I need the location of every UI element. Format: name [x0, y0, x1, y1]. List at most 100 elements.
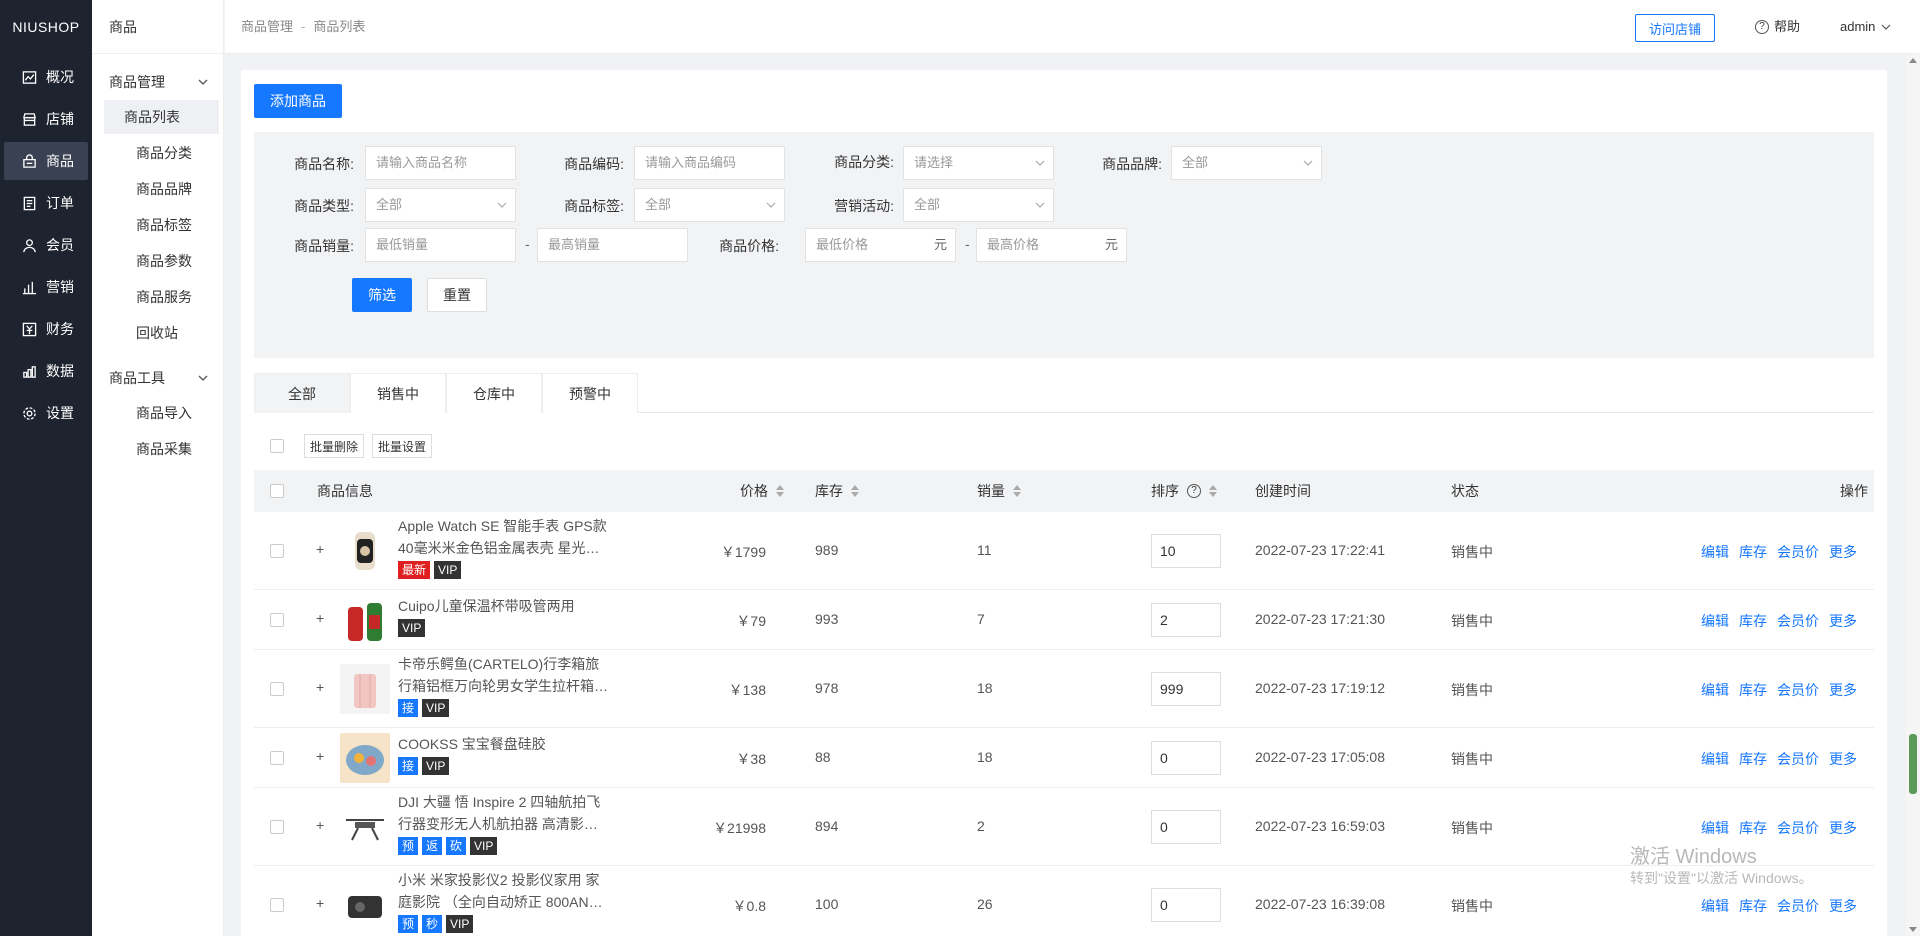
product-name[interactable]: DJI 大疆 悟 Inspire 2 四轴航拍飞 行器变形无人机航拍器 高清影…	[398, 791, 618, 835]
nav2-item-recycle-bin[interactable]: 回收站	[104, 316, 219, 350]
nav-group-goods-management[interactable]: 商品管理	[92, 64, 223, 100]
more-link[interactable]: 更多	[1829, 896, 1857, 916]
help-icon[interactable]: ?	[1187, 484, 1201, 498]
member-price-link[interactable]: 会员价	[1777, 611, 1819, 631]
tab-all[interactable]: 全部	[254, 373, 350, 413]
member-price-link[interactable]: 会员价	[1777, 680, 1819, 700]
row-checkbox[interactable]	[270, 544, 284, 558]
sort-input[interactable]: 0	[1151, 810, 1221, 844]
stock-link[interactable]: 库存	[1739, 818, 1767, 838]
more-link[interactable]: 更多	[1829, 680, 1857, 700]
nav2-item-goods-tag[interactable]: 商品标签	[104, 208, 219, 242]
nav2-item-goods-service[interactable]: 商品服务	[104, 280, 219, 314]
stock-link[interactable]: 库存	[1739, 611, 1767, 631]
user-menu[interactable]: admin	[1840, 0, 1891, 54]
select-all-checkbox[interactable]	[270, 484, 284, 498]
sales-max-input[interactable]: 最高销量	[537, 228, 688, 262]
nav2-item-goods-collect[interactable]: 商品采集	[104, 432, 219, 466]
marketing-activity-select[interactable]: 全部	[903, 188, 1054, 222]
nav-item-overview[interactable]: 概况	[4, 58, 88, 96]
nav-item-settings[interactable]: 设置	[4, 394, 88, 432]
scroll-down-icon[interactable]	[1909, 927, 1917, 932]
nav-item-orders[interactable]: 订单	[4, 184, 88, 222]
edit-link[interactable]: 编辑	[1701, 896, 1729, 916]
sort-input[interactable]: 0	[1151, 888, 1221, 922]
product-name[interactable]: 小米 米家投影仪2 投影仪家用 家庭影院 （全向自动矫正 800AN…	[398, 869, 618, 913]
stock-link[interactable]: 库存	[1739, 680, 1767, 700]
nav2-item-goods-brand[interactable]: 商品品牌	[104, 172, 219, 206]
visit-store-button[interactable]: 访问店铺	[1635, 14, 1715, 42]
col-price[interactable]: 价格	[740, 470, 784, 512]
stock-link[interactable]: 库存	[1739, 749, 1767, 769]
more-link[interactable]: 更多	[1829, 542, 1857, 562]
nav-item-finance[interactable]: 财务	[4, 310, 88, 348]
col-sales[interactable]: 销量	[977, 470, 1021, 512]
member-price-link[interactable]: 会员价	[1777, 818, 1819, 838]
price-max-input[interactable]: 最高价格 元	[976, 228, 1127, 262]
edit-link[interactable]: 编辑	[1701, 611, 1729, 631]
nav2-item-goods-import[interactable]: 商品导入	[104, 396, 219, 430]
sort-input[interactable]: 999	[1151, 672, 1221, 706]
tab-on-sale[interactable]: 销售中	[350, 373, 446, 413]
reset-button[interactable]: 重置	[427, 278, 487, 312]
row-checkbox[interactable]	[270, 751, 284, 765]
member-price-link[interactable]: 会员价	[1777, 749, 1819, 769]
nav-item-goods[interactable]: 商品	[4, 142, 88, 180]
col-stock[interactable]: 库存	[815, 470, 859, 512]
expand-row-icon[interactable]: +	[316, 895, 324, 911]
scrollbar-thumb[interactable]	[1909, 734, 1917, 794]
product-name[interactable]: COOKSS 宝宝餐盘硅胶	[398, 733, 618, 755]
nav-item-data[interactable]: 数据	[4, 352, 88, 390]
product-name[interactable]: Cuipo儿童保温杯带吸管两用	[398, 595, 618, 617]
member-price-link[interactable]: 会员价	[1777, 896, 1819, 916]
expand-row-icon[interactable]: +	[316, 748, 324, 764]
goods-name-input[interactable]: 请输入商品名称	[365, 146, 516, 180]
help-link[interactable]: ? 帮助	[1755, 0, 1800, 54]
stock-link[interactable]: 库存	[1739, 896, 1767, 916]
tab-warning[interactable]: 预警中	[542, 373, 638, 413]
row-checkbox[interactable]	[270, 682, 284, 696]
batch-select-checkbox[interactable]	[270, 439, 284, 453]
stock-link[interactable]: 库存	[1739, 542, 1767, 562]
expand-row-icon[interactable]: +	[316, 610, 324, 626]
expand-row-icon[interactable]: +	[316, 541, 324, 557]
col-sort[interactable]: 排序?	[1151, 470, 1217, 512]
filter-button[interactable]: 筛选	[352, 278, 412, 312]
nav-item-store[interactable]: 店铺	[4, 100, 88, 138]
expand-row-icon[interactable]: +	[316, 817, 324, 833]
page-scrollbar[interactable]	[1906, 54, 1920, 936]
product-name[interactable]: 卡帝乐鳄鱼(CARTELO)行李箱旅 行箱铝框万向轮男女学生拉杆箱…	[398, 653, 618, 697]
more-link[interactable]: 更多	[1829, 749, 1857, 769]
edit-link[interactable]: 编辑	[1701, 542, 1729, 562]
expand-row-icon[interactable]: +	[316, 679, 324, 695]
more-link[interactable]: 更多	[1829, 818, 1857, 838]
goods-tag-select[interactable]: 全部	[634, 188, 785, 222]
more-link[interactable]: 更多	[1829, 611, 1857, 631]
nav2-item-goods-category[interactable]: 商品分类	[104, 136, 219, 170]
nav2-item-goods-list[interactable]: 商品列表	[104, 100, 219, 134]
goods-brand-select[interactable]: 全部	[1171, 146, 1322, 180]
sort-input[interactable]: 0	[1151, 741, 1221, 775]
nav2-item-goods-params[interactable]: 商品参数	[104, 244, 219, 278]
sales-min-input[interactable]: 最低销量	[365, 228, 516, 262]
goods-code-input[interactable]: 请输入商品编码	[634, 146, 785, 180]
nav-item-members[interactable]: 会员	[4, 226, 88, 264]
edit-link[interactable]: 编辑	[1701, 818, 1729, 838]
sort-input[interactable]: 10	[1151, 534, 1221, 568]
goods-type-select[interactable]: 全部	[365, 188, 516, 222]
edit-link[interactable]: 编辑	[1701, 749, 1729, 769]
add-goods-button[interactable]: 添加商品	[254, 84, 342, 118]
goods-category-select[interactable]: 请选择	[903, 146, 1054, 180]
batch-settings-button[interactable]: 批量设置	[372, 434, 433, 458]
row-checkbox[interactable]	[270, 898, 284, 912]
sort-input[interactable]: 2	[1151, 603, 1221, 637]
row-checkbox[interactable]	[270, 613, 284, 627]
product-name[interactable]: Apple Watch SE 智能手表 GPS款 40毫米米金色铝金属表壳 星光…	[398, 515, 618, 559]
edit-link[interactable]: 编辑	[1701, 680, 1729, 700]
nav-item-marketing[interactable]: 营销	[4, 268, 88, 306]
batch-delete-button[interactable]: 批量删除	[304, 434, 365, 458]
nav-group-goods-tools[interactable]: 商品工具	[92, 360, 223, 396]
scroll-up-icon[interactable]	[1909, 58, 1917, 63]
breadcrumb-item[interactable]: 商品管理	[241, 19, 293, 34]
price-min-input[interactable]: 最低价格 元	[805, 228, 956, 262]
